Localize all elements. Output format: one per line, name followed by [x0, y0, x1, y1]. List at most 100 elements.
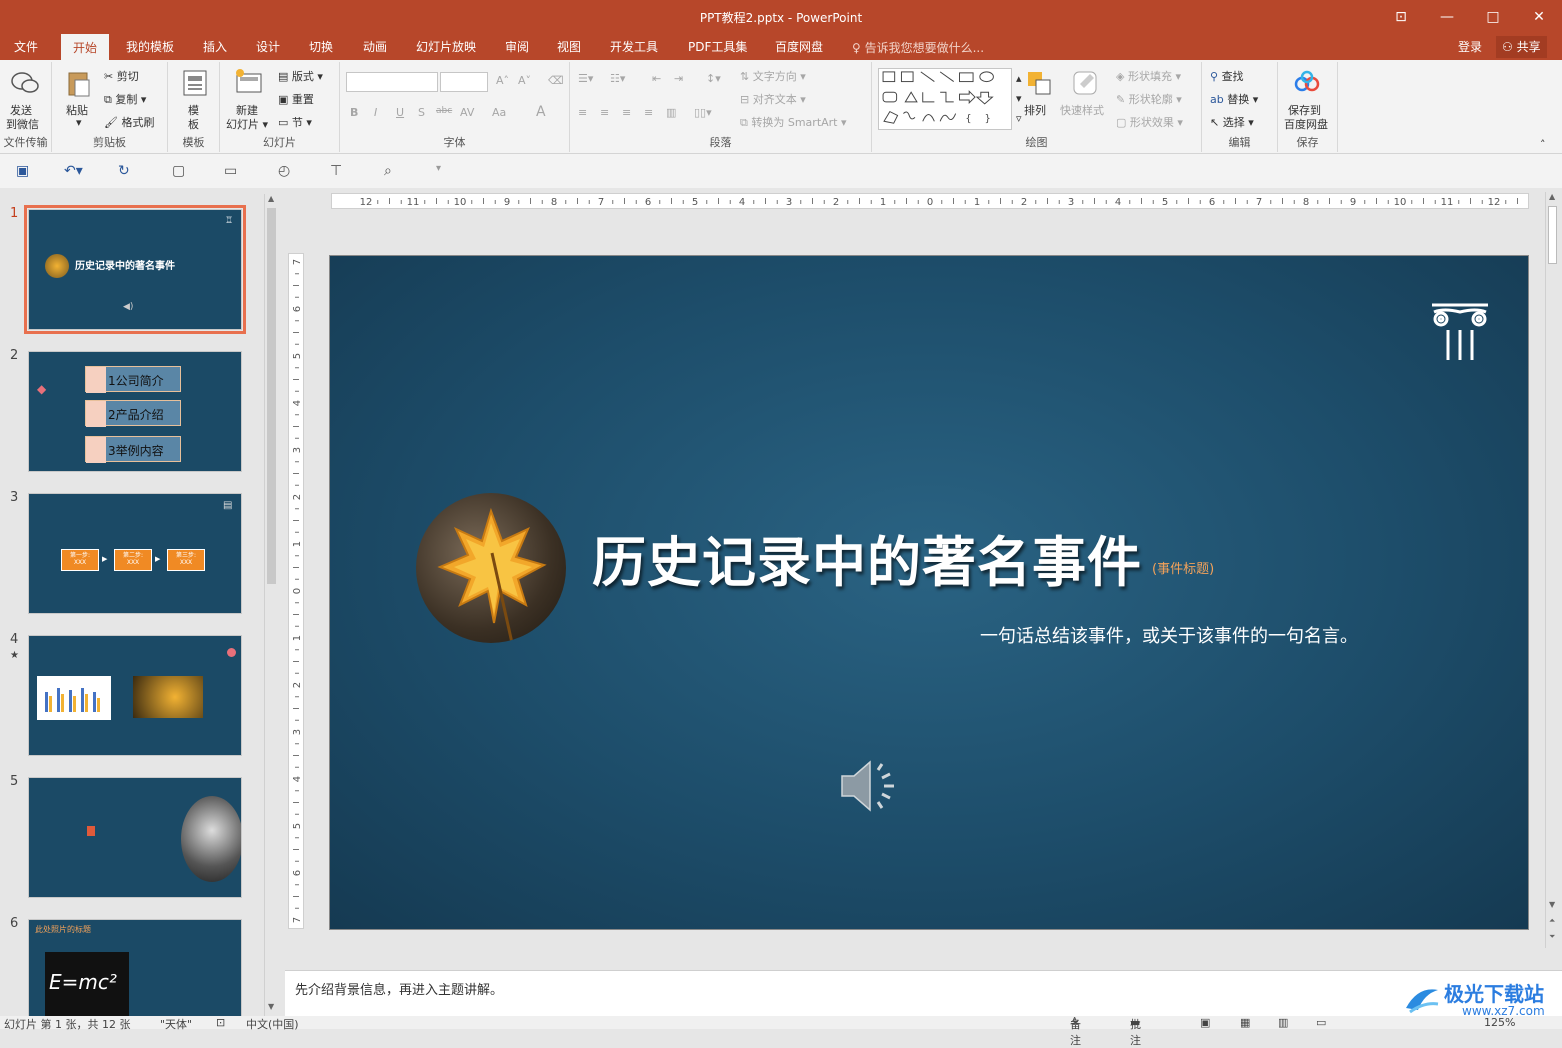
align-text-button[interactable]: ⊟ 对齐文本 ▾ [740, 91, 806, 107]
clear-format-icon[interactable]: ⌫ [548, 74, 564, 87]
tab-baidu-pan[interactable]: 百度网盘 [771, 38, 827, 55]
scroll-thumb[interactable] [1548, 206, 1557, 264]
shapes-gallery[interactable]: {} [878, 68, 1012, 130]
language-indicator[interactable]: 中文(中国) [246, 1016, 299, 1032]
shape-effects-button[interactable]: ▢ 形状效果 ▾ [1116, 114, 1183, 130]
character-spacing-button[interactable]: AV [460, 106, 474, 119]
slide-subtitle[interactable]: (事件标题) [1152, 558, 1214, 577]
gallery-more-icon[interactable]: ▿ [1016, 112, 1022, 125]
tab-insert[interactable]: 插入 [199, 38, 231, 55]
slide-thumbnail-3[interactable]: ▤ 第一步: XXX ▶ 第二步: XXX ▶ 第三步: XXX [28, 493, 242, 614]
ribbon-display-options-icon[interactable]: ⊡ [1386, 6, 1416, 28]
align-center-icon[interactable]: ≡ [600, 106, 609, 119]
decrease-indent-icon[interactable]: ⇤ [652, 72, 661, 85]
notes-pane[interactable]: 先介绍背景信息，再进入主题讲解。 [285, 970, 1562, 1016]
gallery-scroll-up-icon[interactable]: ▴ [1016, 72, 1022, 85]
shadow-button[interactable]: S [418, 106, 425, 119]
shrink-font-icon[interactable]: A˅ [518, 74, 531, 87]
strikethrough-button[interactable]: abc [436, 106, 452, 116]
tab-slideshow[interactable]: 幻灯片放映 [412, 38, 480, 55]
justify-icon[interactable]: ≡ [644, 106, 653, 119]
arrange-button[interactable]: 排列 [1024, 102, 1046, 118]
columns-icon[interactable]: ▯▯▾ [694, 106, 712, 119]
editor-scrollbar[interactable]: ▲ ▼ ⏶ ⏷ [1545, 192, 1559, 948]
shape-fill-button[interactable]: ◈ 形状填充 ▾ [1116, 68, 1181, 84]
align-right-icon[interactable]: ≡ [622, 106, 631, 119]
scroll-up-icon[interactable]: ▲ [268, 194, 274, 203]
distribute-icon[interactable]: ▥ [666, 106, 676, 119]
layout-button[interactable]: ▤ 版式 ▾ [278, 68, 323, 84]
numbering-icon[interactable]: ☷▾ [610, 72, 625, 85]
new-slide-label-2[interactable]: 幻灯片 ▾ [226, 116, 268, 132]
format-painter-button[interactable]: 🖌 格式刷 [104, 114, 154, 130]
gallery-scroll-down-icon[interactable]: ▾ [1016, 92, 1022, 105]
collapse-ribbon-icon[interactable]: ˄ [1540, 138, 1546, 151]
template-button-label-2[interactable]: 板 [188, 116, 199, 132]
maple-leaf-photo[interactable] [416, 493, 566, 643]
italic-button[interactable]: I [374, 106, 377, 119]
slide-thumbnail-6[interactable]: 此处照片的标题 E=mc² [28, 919, 242, 1019]
slide-icon[interactable]: ▭ [224, 163, 237, 179]
share-button[interactable]: ⚇ 共享 [1496, 36, 1547, 58]
maximize-button[interactable]: □ [1478, 6, 1508, 28]
rehearse-icon[interactable]: ◴ [278, 163, 290, 179]
tell-me-search[interactable]: ♀ 告诉我您想要做什么... [852, 39, 984, 56]
login-link[interactable]: 登录 [1458, 38, 1482, 55]
change-case-button[interactable]: Aa [492, 106, 506, 119]
line-spacing-icon[interactable]: ↕▾ [706, 72, 721, 85]
font-family-select[interactable] [346, 72, 438, 92]
bullets-icon[interactable]: ☰▾ [578, 72, 593, 85]
redo-icon[interactable]: ↻ [118, 163, 130, 179]
spellcheck-icon[interactable]: ⊡ [216, 1016, 225, 1029]
scroll-thumb[interactable] [267, 208, 276, 584]
next-slide-icon[interactable]: ⏷ [1549, 932, 1555, 942]
slide-thumbnail-1[interactable]: 历史记录中的著名事件 ◀) ♖ [24, 205, 246, 334]
minimize-button[interactable]: — [1432, 6, 1462, 28]
print-preview-icon[interactable]: ⌕ [384, 163, 392, 179]
tab-view[interactable]: 视图 [553, 38, 585, 55]
tab-my-templates[interactable]: 我的模板 [122, 38, 178, 55]
slide-sorter-icon[interactable]: ▦ [1240, 1016, 1250, 1029]
slide-title[interactable]: 历史记录中的著名事件 [592, 518, 1142, 597]
presenter-icon[interactable]: ⊤ [330, 163, 342, 179]
quick-styles-button[interactable]: 快速样式 [1060, 102, 1104, 118]
scroll-down-icon[interactable]: ▼ [1549, 900, 1555, 909]
underline-button[interactable]: U [396, 106, 404, 119]
convert-smartart-button[interactable]: ⧉ 转换为 SmartArt ▾ [740, 114, 847, 130]
section-button[interactable]: ▭ 节 ▾ [278, 114, 312, 130]
slide-canvas[interactable]: 历史记录中的著名事件 (事件标题) 一句话总结该事件，或关于该事件的一句名言。 [329, 255, 1529, 930]
scroll-up-icon[interactable]: ▲ [1549, 192, 1555, 201]
select-button[interactable]: ↖ 选择 ▾ [1210, 114, 1254, 130]
tab-file[interactable]: 文件 [10, 38, 42, 55]
normal-view-icon[interactable]: ▣ [1200, 1016, 1210, 1029]
send-wechat-label-2[interactable]: 到微信 [6, 116, 39, 132]
tab-transitions[interactable]: 切换 [305, 38, 337, 55]
replace-button[interactable]: ab 替换 ▾ [1210, 91, 1258, 107]
bold-button[interactable]: B [350, 106, 358, 119]
text-direction-button[interactable]: ⇅ 文字方向 ▾ [740, 68, 806, 84]
copy-button[interactable]: ⧉ 复制 ▾ [104, 91, 146, 107]
font-size-select[interactable] [440, 72, 488, 92]
undo-icon[interactable]: ↶▾ [64, 163, 83, 179]
save-icon[interactable]: ▣ [16, 163, 29, 179]
scroll-down-icon[interactable]: ▼ [268, 1002, 274, 1011]
slideshow-view-icon[interactable]: ▭ [1316, 1016, 1326, 1029]
thumbnails-scrollbar[interactable]: ▲ ▼ [264, 194, 278, 1016]
tab-animations[interactable]: 动画 [359, 38, 391, 55]
customize-qat-icon[interactable]: ▾ [436, 163, 441, 174]
tab-review[interactable]: 审阅 [501, 38, 533, 55]
font-color-icon[interactable]: A [536, 104, 546, 120]
notes-text[interactable]: 先介绍背景信息，再进入主题讲解。 [295, 979, 503, 998]
find-button[interactable]: ⚲ 查找 [1210, 68, 1244, 84]
from-beginning-icon[interactable]: ▢ [172, 163, 185, 179]
slide-thumbnail-5[interactable] [28, 777, 242, 898]
reset-button[interactable]: ▣ 重置 [278, 91, 314, 107]
close-button[interactable]: ✕ [1524, 6, 1554, 28]
shape-outline-button[interactable]: ✎ 形状轮廓 ▾ [1116, 91, 1182, 107]
slide-thumbnail-4[interactable] [28, 635, 242, 756]
tab-developer[interactable]: 开发工具 [606, 38, 662, 55]
grow-font-icon[interactable]: A˄ [496, 74, 509, 87]
tab-home[interactable]: 开始 [61, 34, 110, 60]
paste-dropdown-icon[interactable]: ▾ [76, 116, 82, 129]
slide-quote[interactable]: 一句话总结该事件，或关于该事件的一句名言。 [980, 622, 1358, 648]
